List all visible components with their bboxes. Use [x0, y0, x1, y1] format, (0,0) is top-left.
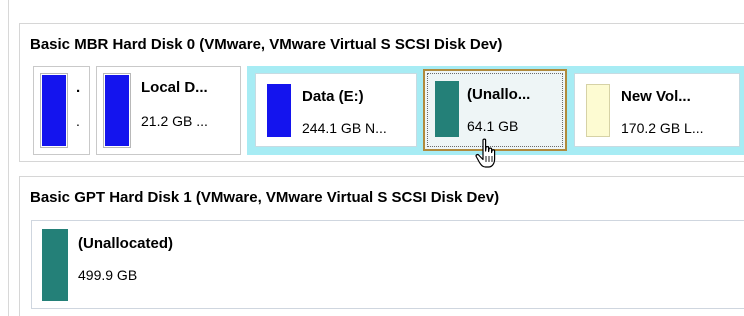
partition-name: Data (E:): [302, 88, 364, 105]
partition-name: (Unallocated): [78, 235, 174, 252]
partition-local-d[interactable]: Local D... 21.2 GB ...: [96, 66, 241, 155]
partition-info: 499.9 GB: [78, 267, 138, 283]
partition-info: 21.2 GB ...: [141, 113, 208, 129]
partition-unallocated-disk1[interactable]: (Unallocated) 499.9 GB: [31, 220, 744, 309]
partition-small[interactable]: . .: [33, 66, 90, 155]
partition-color-fill: [586, 84, 610, 137]
partition-name: (Unallo...: [467, 86, 531, 103]
partition-color-fill: [42, 229, 68, 301]
disk-1-title: Basic GPT Hard Disk 1 (VMware, VMware Vi…: [30, 189, 500, 206]
partition-data-e[interactable]: Data (E:) 244.1 GB N...: [255, 73, 417, 147]
partition-color-fill: [267, 84, 291, 137]
partition-new-volume[interactable]: New Vol... 170.2 GB L...: [574, 73, 740, 147]
partition-info: 244.1 GB N...: [302, 120, 387, 136]
disk-0-panel[interactable]: Basic MBR Hard Disk 0 (VMware, VMware Vi…: [19, 23, 744, 162]
partition-name: Local D...: [141, 79, 208, 96]
partition-color-fill: [435, 81, 459, 137]
disk-1-panel[interactable]: Basic GPT Hard Disk 1 (VMware, VMware Vi…: [19, 176, 744, 316]
partition-info: 170.2 GB L...: [621, 120, 704, 136]
partition-name: .: [76, 79, 81, 96]
left-divider: [8, 0, 9, 316]
disk-0-title: Basic MBR Hard Disk 0 (VMware, VMware Vi…: [30, 36, 503, 53]
partition-info: .: [76, 113, 80, 129]
partition-info: 64.1 GB: [467, 118, 519, 134]
partition-color-fill: [42, 75, 66, 146]
hand-pointer-icon: [475, 138, 496, 168]
partition-name: New Vol...: [621, 88, 691, 105]
partition-color-fill: [105, 75, 129, 146]
